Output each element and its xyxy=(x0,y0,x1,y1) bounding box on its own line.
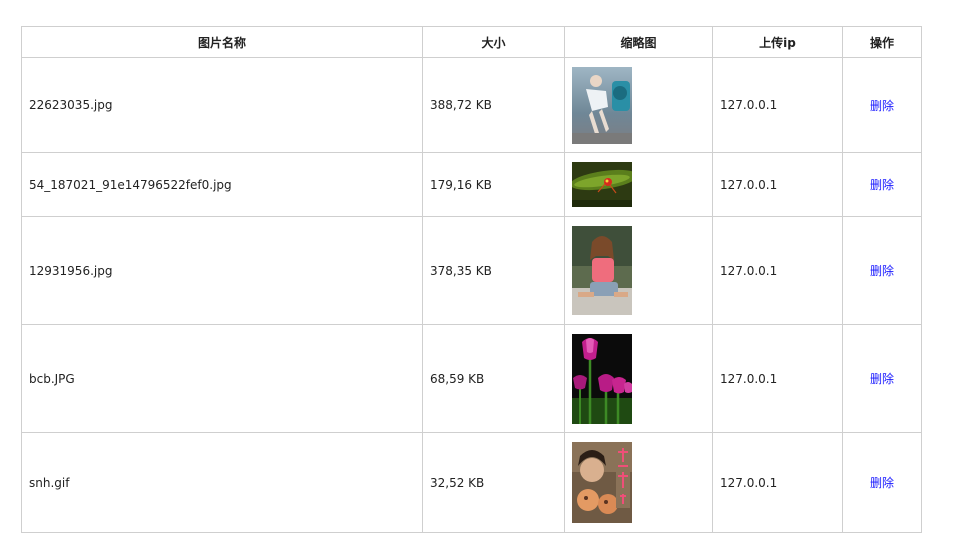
thumbnail-cell xyxy=(564,57,713,153)
header-thumbnail: 缩略图 xyxy=(564,26,713,58)
delete-link[interactable]: 删除 xyxy=(870,372,894,386)
woman-photo-thumbnail[interactable] xyxy=(572,66,632,144)
upload-ip: 127.0.0.1 xyxy=(712,152,843,217)
girls-photo-thumbnail[interactable] xyxy=(572,442,632,523)
header-image-name: 图片名称 xyxy=(21,26,423,58)
header-size: 大小 xyxy=(422,26,565,58)
delete-link[interactable]: 删除 xyxy=(870,178,894,192)
insect-leaf-thumbnail[interactable] xyxy=(572,162,632,207)
action-cell: 删除 xyxy=(842,152,922,217)
file-size: 388,72 KB xyxy=(422,57,565,153)
table-row: 22623035.jpg 388,72 KB 127.0.0.1 删除 xyxy=(21,57,922,153)
file-name: snh.gif xyxy=(21,432,423,533)
file-name: bcb.JPG xyxy=(21,324,423,433)
file-name: 22623035.jpg xyxy=(21,57,423,153)
table-header-row: 图片名称 大小 缩略图 上传ip 操作 xyxy=(21,26,922,58)
delete-link[interactable]: 删除 xyxy=(870,264,894,278)
action-cell: 删除 xyxy=(842,57,922,153)
upload-ip: 127.0.0.1 xyxy=(712,432,843,533)
woman-pink-top-thumbnail[interactable] xyxy=(572,226,632,315)
file-size: 378,35 KB xyxy=(422,216,565,325)
thumbnail-cell xyxy=(564,324,713,433)
action-cell: 删除 xyxy=(842,216,922,325)
delete-link[interactable]: 删除 xyxy=(870,99,894,113)
tulips-thumbnail[interactable] xyxy=(572,333,632,424)
action-cell: 删除 xyxy=(842,432,922,533)
table-row: bcb.JPG 68,59 KB 127.0.0.1 删除 xyxy=(21,324,922,433)
upload-ip: 127.0.0.1 xyxy=(712,324,843,433)
table-row: 54_187021_91e14796522fef0.jpg 179,16 KB xyxy=(21,152,922,217)
file-size: 68,59 KB xyxy=(422,324,565,433)
table-row: 12931956.jpg 378,35 KB 127.0.0.1 删除 xyxy=(21,216,922,325)
image-file-table: 图片名称 大小 缩略图 上传ip 操作 22623035.jpg 388,72 … xyxy=(21,26,922,533)
thumbnail-cell xyxy=(564,216,713,325)
upload-ip: 127.0.0.1 xyxy=(712,57,843,153)
thumbnail-cell xyxy=(564,152,713,217)
file-size: 179,16 KB xyxy=(422,152,565,217)
file-name: 12931956.jpg xyxy=(21,216,423,325)
action-cell: 删除 xyxy=(842,324,922,433)
header-action: 操作 xyxy=(842,26,922,58)
thumbnail-cell xyxy=(564,432,713,533)
file-name: 54_187021_91e14796522fef0.jpg xyxy=(21,152,423,217)
delete-link[interactable]: 删除 xyxy=(870,476,894,490)
header-upload-ip: 上传ip xyxy=(712,26,843,58)
table-row: snh.gif 32,52 KB 127.0.0.1 删除 xyxy=(21,432,922,533)
upload-ip: 127.0.0.1 xyxy=(712,216,843,325)
file-size: 32,52 KB xyxy=(422,432,565,533)
